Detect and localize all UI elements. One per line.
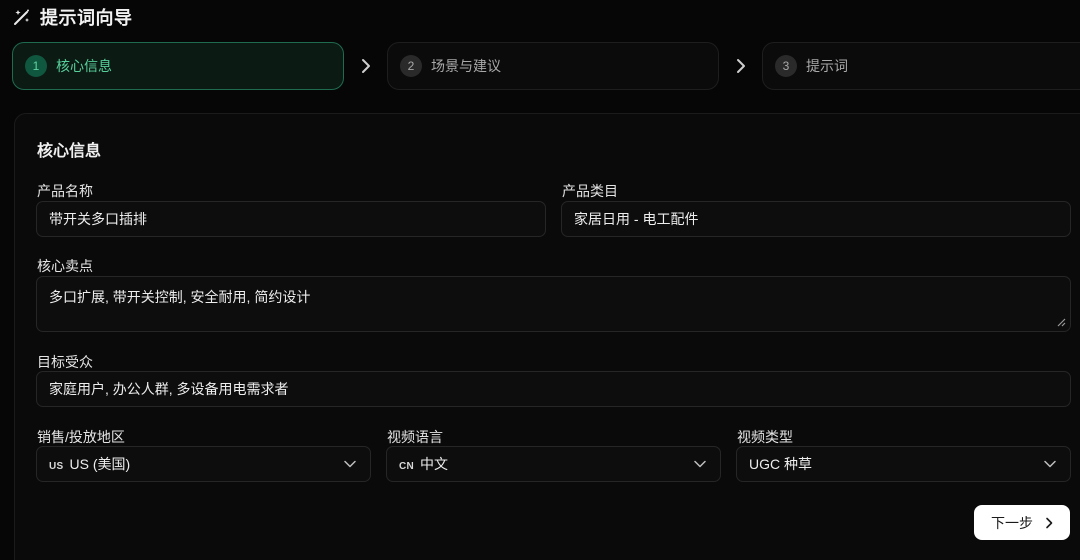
page-title: 提示词向导 bbox=[40, 8, 133, 28]
product-category-label: 产品类目 bbox=[562, 183, 618, 199]
language-value: 中文 bbox=[420, 456, 449, 472]
us-flag-icon: US bbox=[49, 461, 64, 472]
video-type-value: UGC 种草 bbox=[749, 456, 812, 472]
product-category-value: 家居日用 - 电工配件 bbox=[574, 211, 699, 227]
magic-wand-icon bbox=[12, 7, 32, 27]
chevron-right-icon bbox=[1046, 517, 1053, 528]
region-select[interactable]: US US (美国) bbox=[36, 446, 371, 482]
form-card bbox=[14, 113, 1080, 560]
resize-handle-icon[interactable] bbox=[1056, 317, 1066, 327]
language-select[interactable]: CN 中文 bbox=[386, 446, 721, 482]
language-label: 视频语言 bbox=[387, 429, 443, 445]
chevron-down-icon bbox=[1044, 460, 1056, 468]
step-number: 2 bbox=[400, 55, 422, 77]
step-number: 1 bbox=[25, 55, 47, 77]
product-category-input[interactable]: 家居日用 - 电工配件 bbox=[561, 201, 1071, 237]
section-title: 核心信息 bbox=[37, 143, 102, 160]
selling-points-label: 核心卖点 bbox=[37, 258, 93, 274]
product-name-input[interactable]: 带开关多口插排 bbox=[36, 201, 546, 237]
target-audience-value: 家庭用户, 办公人群, 多设备用电需求者 bbox=[49, 381, 289, 397]
chevron-down-icon bbox=[694, 460, 706, 468]
selling-points-value: 多口扩展, 带开关控制, 安全耐用, 简约设计 bbox=[49, 289, 311, 305]
video-type-select[interactable]: UGC 种草 bbox=[736, 446, 1071, 482]
step-label: 核心信息 bbox=[56, 58, 112, 74]
next-button[interactable]: 下一步 bbox=[974, 505, 1070, 540]
step-label: 提示词 bbox=[806, 58, 848, 74]
step-scenes-suggestions[interactable]: 2 场景与建议 bbox=[387, 42, 719, 90]
page-header: 提示词向导 bbox=[12, 4, 133, 30]
selling-points-textarea[interactable]: 多口扩展, 带开关控制, 安全耐用, 简约设计 bbox=[36, 276, 1071, 332]
chevron-right-icon bbox=[362, 59, 370, 73]
step-prompt[interactable]: 3 提示词 bbox=[762, 42, 1080, 90]
step-label: 场景与建议 bbox=[431, 58, 501, 74]
product-name-value: 带开关多口插排 bbox=[49, 211, 147, 227]
video-type-label: 视频类型 bbox=[737, 429, 793, 445]
step-core-info[interactable]: 1 核心信息 bbox=[12, 42, 344, 90]
chevron-right-icon bbox=[737, 59, 745, 73]
region-label: 销售/投放地区 bbox=[37, 429, 125, 445]
step-number: 3 bbox=[775, 55, 797, 77]
product-name-label: 产品名称 bbox=[37, 183, 93, 199]
chevron-down-icon bbox=[344, 460, 356, 468]
region-value: US (美国) bbox=[69, 456, 131, 472]
target-audience-label: 目标受众 bbox=[37, 354, 93, 370]
next-button-label: 下一步 bbox=[991, 514, 1033, 531]
cn-flag-icon: CN bbox=[399, 461, 415, 472]
target-audience-input[interactable]: 家庭用户, 办公人群, 多设备用电需求者 bbox=[36, 371, 1071, 407]
